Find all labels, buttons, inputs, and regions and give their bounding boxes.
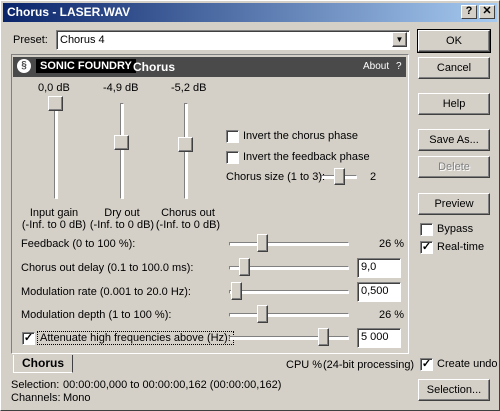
create-undo-label: Create undo (437, 358, 498, 370)
modulation-rate-track[interactable] (229, 290, 349, 294)
invert-chorus-label: Invert the chorus phase (243, 130, 358, 142)
save-as-button[interactable]: Save As... (418, 129, 490, 151)
about-link[interactable]: About (363, 61, 389, 72)
attenuate-field[interactable]: 5 000 (357, 328, 401, 348)
dry-out-value: -4,9 dB (103, 82, 139, 94)
modulation-rate-label: Modulation rate (0.001 to 20.0 Hz): (21, 286, 191, 298)
processing-label: (24-bit processing) (323, 359, 415, 371)
preset-label: Preset: (13, 34, 48, 46)
invert-chorus-checkbox[interactable] (226, 130, 239, 143)
chorus-delay-field[interactable]: 9,0 (357, 258, 401, 278)
dry-out-label: Dry out (104, 207, 140, 219)
chorus-out-range: (-Inf. to 0 dB) (155, 219, 221, 231)
invert-feedback-label: Invert the feedback phase (243, 151, 370, 163)
close-button[interactable]: ✕ (479, 5, 495, 19)
attenuate-checkbox[interactable]: ✓ (22, 332, 35, 345)
attenuate-slider[interactable] (318, 328, 330, 346)
create-undo-checkbox[interactable]: ✓ (420, 358, 433, 371)
dry-out-track[interactable] (120, 103, 124, 199)
chevron-down-icon[interactable]: ▼ (392, 32, 407, 47)
realtime-checkbox[interactable]: ✓ (420, 241, 433, 254)
chorus-size-value: 2 (370, 171, 377, 183)
invert-feedback-checkbox[interactable] (226, 151, 239, 164)
feedback-slider[interactable] (257, 234, 269, 252)
tab-chorus[interactable]: Chorus (13, 355, 73, 373)
feedback-value: 26 % (379, 238, 405, 250)
input-gain-label: Input gain (29, 207, 79, 219)
selection-button[interactable]: Selection... (418, 379, 490, 401)
channels-label: Channels: (11, 392, 61, 404)
feedback-track[interactable] (229, 242, 349, 246)
cancel-button[interactable]: Cancel (418, 57, 490, 79)
bypass-label: Bypass (437, 223, 474, 235)
banner-help-icon[interactable]: ? (396, 61, 402, 72)
sonic-foundry-logo-icon: § (17, 59, 31, 73)
chorus-out-label: Chorus out (161, 207, 215, 219)
attenuate-label: Attenuate high frequencies above (Hz): (37, 331, 234, 345)
brand-label: SONIC FOUNDRY (36, 59, 136, 73)
chorus-out-value: -5,2 dB (171, 82, 207, 94)
chorus-delay-slider[interactable] (238, 258, 250, 276)
window-title: Chorus - LASER.WAV (7, 5, 131, 19)
chorus-out-slider[interactable] (178, 136, 193, 152)
preset-dropdown[interactable]: Chorus 4 ▼ (56, 30, 410, 50)
preview-button[interactable]: Preview (418, 193, 490, 215)
modulation-rate-field[interactable]: 0,500 (357, 282, 401, 302)
input-gain-track[interactable] (54, 103, 58, 199)
chorus-size-label: Chorus size (1 to 3): (226, 171, 326, 183)
preset-value: Chorus 4 (60, 34, 105, 46)
cpu-label: CPU % (286, 359, 323, 371)
help-title-button[interactable]: ? (461, 5, 477, 19)
input-gain-range: (-Inf. to 0 dB) (21, 219, 87, 231)
feedback-label: Feedback (0 to 100 %): (21, 238, 136, 250)
modulation-depth-value: 26 % (379, 309, 405, 321)
chorus-delay-label: Chorus out delay (0.1 to 100.0 ms): (21, 262, 194, 274)
channels-value: Mono (63, 392, 91, 404)
chorus-dialog: Chorus - LASER.WAV ? ✕ Preset: Chorus 4 … (0, 0, 500, 411)
input-gain-value: 0,0 dB (38, 82, 70, 94)
attenuate-track[interactable] (229, 336, 349, 340)
modulation-depth-slider[interactable] (257, 305, 269, 323)
modulation-depth-track[interactable] (229, 313, 349, 317)
bypass-checkbox[interactable] (420, 223, 433, 236)
selection-value: 00:00:00,000 to 00:00:00,162 (00:00:00,1… (63, 379, 282, 391)
plugin-name: Chorus (133, 60, 175, 74)
chorus-size-slider[interactable] (333, 168, 345, 185)
title-bar[interactable]: Chorus - LASER.WAV ? ✕ (3, 3, 497, 22)
ok-button[interactable]: OK (417, 29, 491, 53)
help-button[interactable]: Help (418, 93, 490, 115)
modulation-rate-slider[interactable] (231, 282, 243, 300)
dry-out-slider[interactable] (114, 134, 129, 150)
modulation-depth-label: Modulation depth (1 to 100 %): (21, 309, 172, 321)
input-gain-slider[interactable] (48, 96, 63, 111)
dry-out-range: (-Inf. to 0 dB) (89, 219, 155, 231)
plugin-banner: § SONIC FOUNDRY Chorus About ? (13, 57, 406, 77)
realtime-label: Real-time (437, 241, 485, 253)
selection-label: Selection: (11, 379, 60, 391)
delete-button[interactable]: Delete (418, 156, 490, 178)
